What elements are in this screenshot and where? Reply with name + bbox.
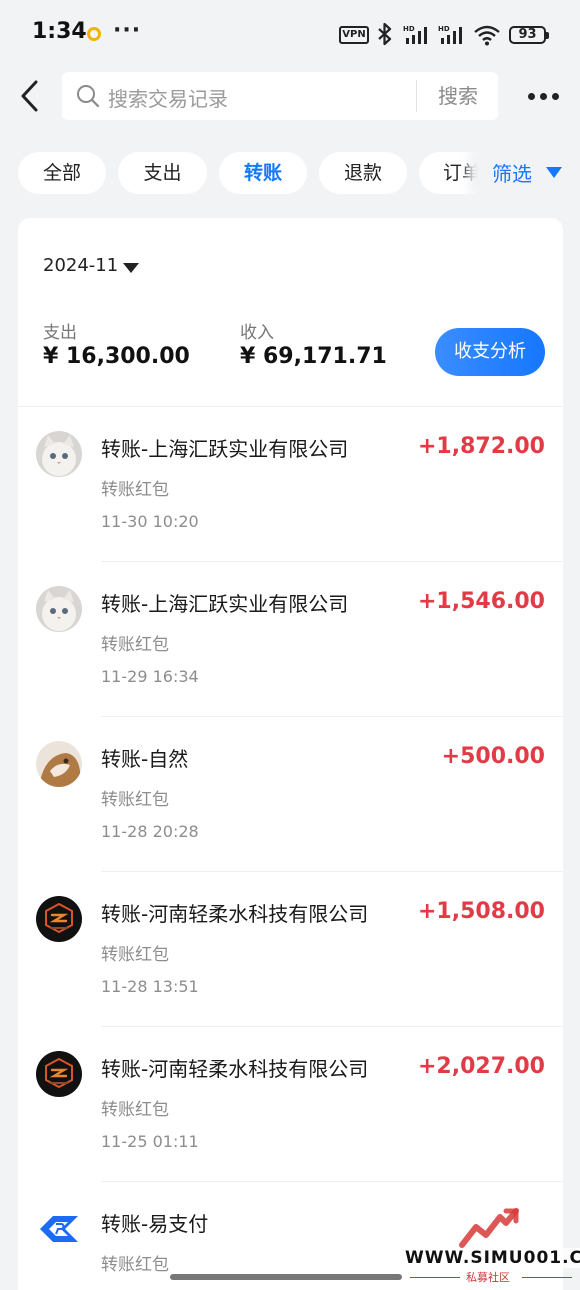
search-box[interactable]: 搜索交易记录 搜索: [62, 72, 498, 120]
expense-label: 支出: [43, 323, 77, 343]
watermark-sub: 私募社区: [466, 1271, 510, 1284]
month-label: 2024-11: [43, 255, 119, 276]
transaction-amount: +1,508.00: [418, 899, 545, 924]
svg-text:HD: HD: [438, 25, 450, 33]
home-indicator[interactable]: [170, 1274, 402, 1280]
brown-avatar-icon: [36, 741, 82, 787]
signal-hd-icon: HD: [403, 25, 427, 44]
transaction-amount: +1,546.00: [418, 589, 545, 614]
transaction-title: 转账-上海汇跃实业有限公司: [101, 437, 349, 461]
cat-avatar-icon: [36, 586, 82, 632]
transaction-time: 11-28 20:28: [101, 822, 199, 841]
transaction-amount: +1,872.00: [418, 434, 545, 459]
chip-refund[interactable]: 退款: [319, 152, 407, 194]
transaction-time: 11-28 13:51: [101, 977, 199, 996]
search-button[interactable]: 搜索: [418, 72, 498, 120]
watermark-logo-icon: [459, 1208, 519, 1248]
transaction-title: 转账-上海汇跃实业有限公司: [101, 592, 349, 616]
watermark-site: WWW.SIMU001.CN: [402, 1248, 580, 1268]
transaction-title: 转账-自然: [101, 747, 189, 771]
expense-value: ¥ 16,300.00: [43, 344, 190, 369]
filter-label: 筛选: [492, 162, 532, 186]
notification-dot-icon: [87, 27, 101, 41]
transaction-row[interactable]: 转账-河南轻柔水科技有限公司 +2,027.00 转账红包 11-25 01:1…: [18, 1027, 563, 1182]
triangle-down-icon: [123, 263, 139, 273]
transaction-time: 11-25 01:11: [101, 1132, 199, 1151]
dot-icon: [552, 93, 559, 100]
wifi-icon: [474, 25, 500, 46]
more-options-button[interactable]: [520, 80, 560, 112]
search-divider: [416, 80, 417, 112]
transaction-title: 转账-河南轻柔水科技有限公司: [101, 902, 369, 926]
status-bar: 1:34 ··· VPN HD HD 93: [0, 0, 580, 66]
chevron-left-icon: [21, 80, 38, 112]
dot-icon: [540, 93, 547, 100]
svg-text:HD: HD: [403, 25, 415, 33]
back-button[interactable]: [16, 76, 48, 116]
battery-icon: 93: [509, 26, 549, 44]
transaction-row[interactable]: 转账-自然 +500.00 转账红包 11-28 20:28: [18, 717, 563, 872]
transaction-subtitle: 转账红包: [101, 945, 169, 965]
transaction-row[interactable]: 转账-河南轻柔水科技有限公司 +1,508.00 转账红包 11-28 13:5…: [18, 872, 563, 1027]
status-time: 1:34: [32, 19, 87, 44]
transaction-subtitle: 转账红包: [101, 1255, 169, 1275]
chip-expense[interactable]: 支出: [118, 152, 207, 194]
transaction-time: 11-29 16:34: [101, 667, 199, 686]
dot-icon: [528, 93, 535, 100]
chip-all[interactable]: 全部: [18, 152, 106, 194]
company-logo-icon: [36, 896, 82, 942]
transaction-title: 转账-易支付: [101, 1212, 209, 1236]
transaction-subtitle: 转账红包: [101, 635, 169, 655]
vpn-icon: VPN: [339, 26, 369, 44]
chip-transfer[interactable]: 转账: [219, 152, 307, 194]
transaction-amount: +2,027.00: [418, 1054, 545, 1079]
transaction-time: 11-30 10:20: [101, 512, 199, 531]
transaction-subtitle: 转账红包: [101, 790, 169, 810]
yizhifu-logo-icon: [36, 1206, 82, 1252]
month-picker[interactable]: 2024-11: [43, 255, 139, 283]
watermark-rule: [410, 1277, 460, 1278]
transaction-title: 转账-河南轻柔水科技有限公司: [101, 1057, 369, 1081]
analysis-button[interactable]: 收支分析: [435, 328, 545, 376]
search-input[interactable]: 搜索交易记录: [108, 83, 228, 112]
search-icon: [77, 85, 100, 108]
triangle-down-icon: [546, 167, 562, 178]
transaction-subtitle: 转账红包: [101, 1100, 169, 1120]
transaction-subtitle: 转账红包: [101, 480, 169, 500]
cat-avatar-icon: [36, 431, 82, 477]
filter-button[interactable]: 筛选: [478, 148, 580, 196]
transaction-row[interactable]: 转账-上海汇跃实业有限公司 +1,872.00 转账红包 11-30 10:20: [18, 407, 563, 562]
income-value: ¥ 69,171.71: [240, 344, 387, 369]
transaction-amount: +500.00: [441, 744, 545, 769]
transactions-card: 2024-11 支出 ¥ 16,300.00 收入 ¥ 69,171.71 收支…: [18, 218, 563, 1290]
income-label: 收入: [240, 323, 274, 343]
status-more-icon: ···: [113, 18, 142, 43]
company-logo-icon: [36, 1051, 82, 1097]
transaction-row[interactable]: 转账-上海汇跃实业有限公司 +1,546.00 转账红包 11-29 16:34: [18, 562, 563, 717]
signal-hd-2-icon: HD: [438, 25, 462, 44]
watermark-rule: [522, 1277, 572, 1278]
bluetooth-icon: [378, 22, 392, 46]
